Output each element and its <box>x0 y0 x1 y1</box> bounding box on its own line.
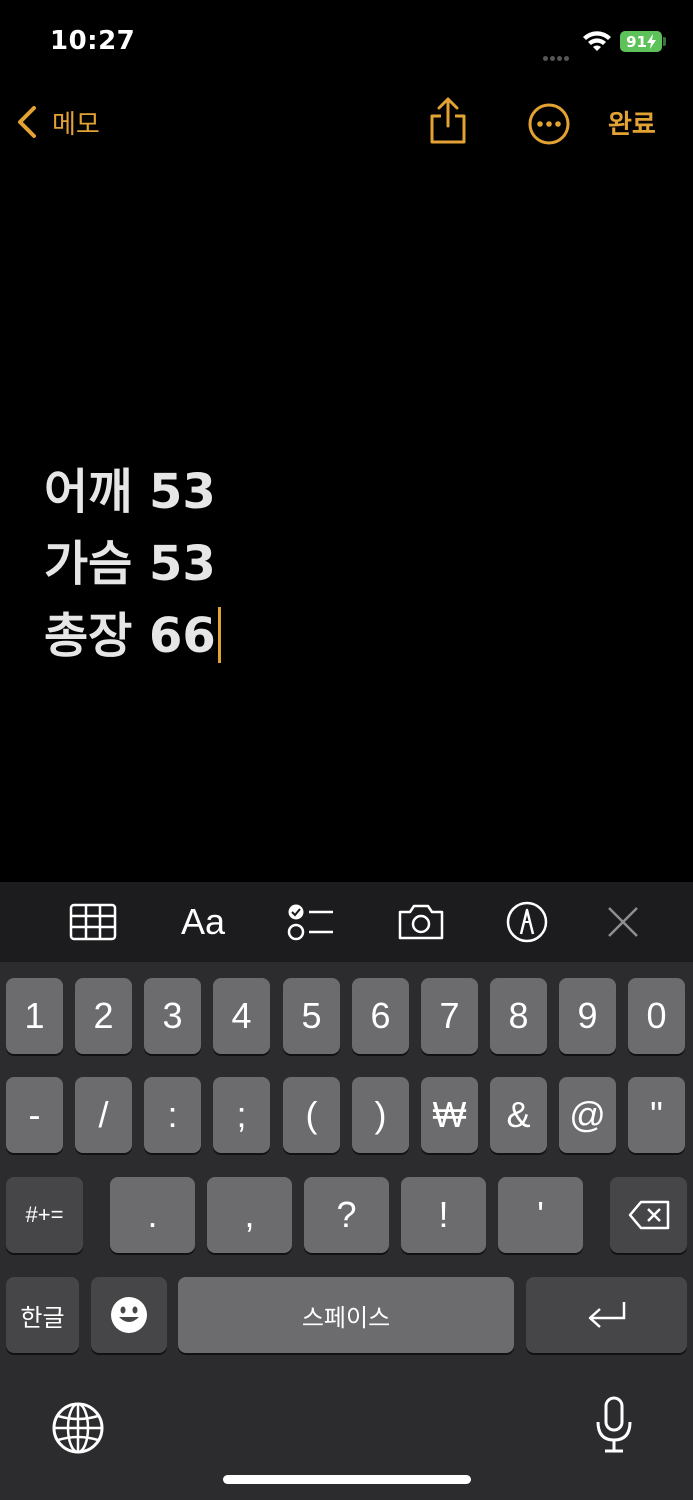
share-icon[interactable] <box>426 96 470 146</box>
key-open-paren[interactable]: ( <box>283 1077 340 1153</box>
back-button[interactable]: 메모 <box>14 102 100 142</box>
status-time: 10:27 <box>50 26 136 56</box>
key-1[interactable]: 1 <box>6 978 63 1054</box>
key-5[interactable]: 5 <box>283 978 340 1054</box>
note-line[interactable]: 가슴 53 <box>44 528 644 600</box>
status-bar: 10:27 91 <box>0 0 693 84</box>
nav-bar: 메모 완료 <box>0 84 693 164</box>
battery-tip <box>663 37 666 46</box>
close-toolbar-button[interactable] <box>598 900 648 944</box>
note-line-with-cursor[interactable]: 총장 66 <box>44 600 644 672</box>
checklist-button[interactable] <box>286 900 336 944</box>
table-button[interactable] <box>68 900 118 944</box>
space-key[interactable]: 스페이스 <box>178 1277 514 1353</box>
key-3[interactable]: 3 <box>144 978 201 1054</box>
key-comma[interactable]: , <box>207 1177 292 1253</box>
battery-level: 91 <box>626 32 647 51</box>
key-2[interactable]: 2 <box>75 978 132 1054</box>
camera-button[interactable] <box>396 900 446 944</box>
key-question[interactable]: ? <box>304 1177 389 1253</box>
key-hyphen[interactable]: - <box>6 1077 63 1153</box>
key-won[interactable]: ₩ <box>421 1077 478 1153</box>
note-line[interactable]: 어깨 53 <box>44 456 644 528</box>
key-9[interactable]: 9 <box>559 978 616 1054</box>
close-icon <box>608 907 638 937</box>
back-label: 메모 <box>52 109 100 140</box>
emoji-icon <box>111 1297 147 1333</box>
key-ampersand[interactable]: & <box>490 1077 547 1153</box>
wifi-icon <box>583 31 611 51</box>
key-exclamation[interactable]: ! <box>401 1177 486 1253</box>
key-close-paren[interactable]: ) <box>352 1077 409 1153</box>
globe-icon[interactable] <box>50 1400 106 1456</box>
note-text-area[interactable]: 어깨 53 가슴 53 총장 66 <box>44 456 644 672</box>
key-6[interactable]: 6 <box>352 978 409 1054</box>
key-8[interactable]: 8 <box>490 978 547 1054</box>
camera-icon <box>398 904 444 940</box>
key-semicolon[interactable]: ; <box>213 1077 270 1153</box>
microphone-icon[interactable] <box>594 1396 634 1454</box>
checklist-icon <box>287 904 333 941</box>
battery-indicator: 91 <box>620 31 662 52</box>
text-cursor <box>217 607 221 663</box>
language-key[interactable]: 한글 <box>6 1277 79 1353</box>
key-quote[interactable]: " <box>628 1077 685 1153</box>
more-icon[interactable] <box>527 102 571 146</box>
note-line-text: 총장 66 <box>44 608 216 664</box>
return-icon <box>588 1302 625 1328</box>
text-format-label: Aa <box>180 901 226 942</box>
markup-icon <box>506 901 548 943</box>
text-format-button[interactable]: Aa <box>178 900 228 944</box>
keyboard: 1 2 3 4 5 6 7 8 9 0 - / : ; ( ) ₩ & @ " … <box>0 962 693 1500</box>
home-indicator[interactable] <box>223 1475 471 1484</box>
key-4[interactable]: 4 <box>213 978 270 1054</box>
table-icon <box>69 903 117 941</box>
return-key[interactable] <box>526 1277 687 1353</box>
key-apostrophe[interactable]: ' <box>498 1177 583 1253</box>
charging-bolt-icon <box>646 34 656 49</box>
key-at[interactable]: @ <box>559 1077 616 1153</box>
markup-button[interactable] <box>502 900 552 944</box>
format-toolbar: Aa <box>0 882 693 962</box>
cellular-signal-icon <box>543 46 577 61</box>
key-period[interactable]: . <box>110 1177 195 1253</box>
key-0[interactable]: 0 <box>628 978 685 1054</box>
backspace-icon <box>628 1200 669 1230</box>
key-slash[interactable]: / <box>75 1077 132 1153</box>
backspace-key[interactable] <box>610 1177 687 1253</box>
key-7[interactable]: 7 <box>421 978 478 1054</box>
symbols-key[interactable]: #+= <box>6 1177 83 1253</box>
chevron-left-icon <box>18 106 36 138</box>
key-colon[interactable]: : <box>144 1077 201 1153</box>
emoji-key[interactable] <box>91 1277 167 1353</box>
done-button[interactable]: 완료 <box>608 104 656 141</box>
